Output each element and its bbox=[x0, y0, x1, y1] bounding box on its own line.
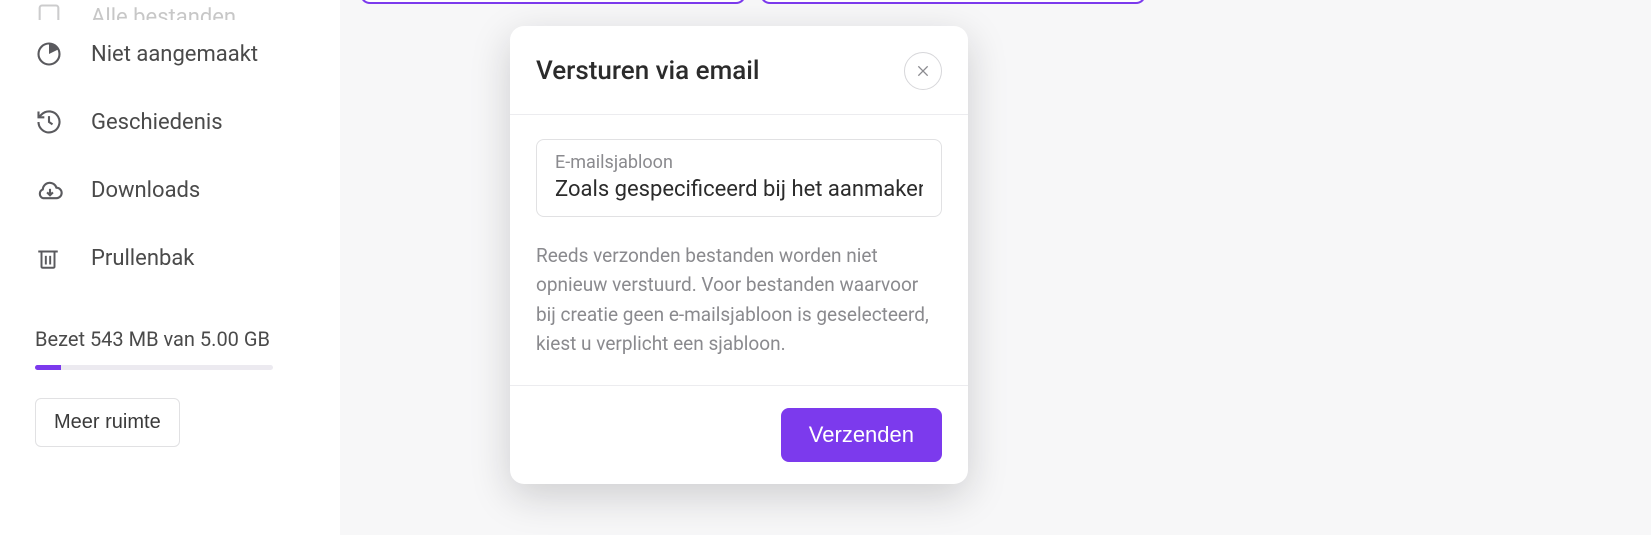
sidebar-list: Alle bestanden Niet aangemaakt Geschiede… bbox=[0, 0, 340, 292]
sidebar-item-history[interactable]: Geschiedenis bbox=[0, 88, 340, 156]
storage-progress-fill bbox=[35, 365, 61, 370]
storage-block: Bezet 543 MB van 5.00 GB Meer ruimte bbox=[0, 292, 340, 447]
sidebar-item-label: Niet aangemaakt bbox=[91, 42, 258, 67]
close-icon bbox=[915, 63, 931, 79]
storage-usage-text: Bezet 543 MB van 5.00 GB bbox=[35, 327, 305, 351]
modal-close-button[interactable] bbox=[904, 52, 942, 90]
sidebar-item-label: Alle bestanden bbox=[91, 5, 236, 20]
modal-footer: Verzenden bbox=[510, 385, 968, 484]
trash-icon bbox=[35, 244, 91, 272]
history-icon bbox=[35, 108, 91, 136]
modal-title: Versturen via email bbox=[536, 56, 760, 86]
send-email-modal: Versturen via email E-mailsjabloon Zoals… bbox=[510, 26, 968, 484]
sidebar: Alle bestanden Niet aangemaakt Geschiede… bbox=[0, 0, 340, 535]
modal-header: Versturen via email bbox=[510, 26, 968, 114]
sidebar-item-all-files[interactable]: Alle bestanden bbox=[0, 0, 340, 20]
modal-info-text: Reeds verzonden bestanden worden niet op… bbox=[510, 221, 968, 385]
storage-progress-bar bbox=[35, 365, 273, 370]
pie-icon bbox=[35, 40, 91, 68]
select-label: E-mailsjabloon bbox=[555, 152, 923, 173]
cloud-download-icon bbox=[35, 176, 91, 204]
sidebar-item-label: Geschiedenis bbox=[91, 110, 223, 135]
files-icon bbox=[35, 2, 91, 20]
send-button[interactable]: Verzenden bbox=[781, 408, 942, 462]
more-space-button[interactable]: Meer ruimte bbox=[35, 398, 180, 447]
sidebar-item-label: Downloads bbox=[91, 178, 200, 203]
select-value: Zoals gespecificeerd bij het aanmaken bbox=[555, 177, 923, 202]
sidebar-item-label: Prullenbak bbox=[91, 246, 194, 271]
email-template-select[interactable]: E-mailsjabloon Zoals gespecificeerd bij … bbox=[536, 139, 942, 217]
background-card bbox=[760, 0, 1146, 4]
sidebar-item-downloads[interactable]: Downloads bbox=[0, 156, 340, 224]
background-card bbox=[360, 0, 746, 4]
sidebar-item-not-created[interactable]: Niet aangemaakt bbox=[0, 20, 340, 88]
sidebar-item-trash[interactable]: Prullenbak bbox=[0, 224, 340, 292]
modal-body: E-mailsjabloon Zoals gespecificeerd bij … bbox=[510, 115, 968, 221]
